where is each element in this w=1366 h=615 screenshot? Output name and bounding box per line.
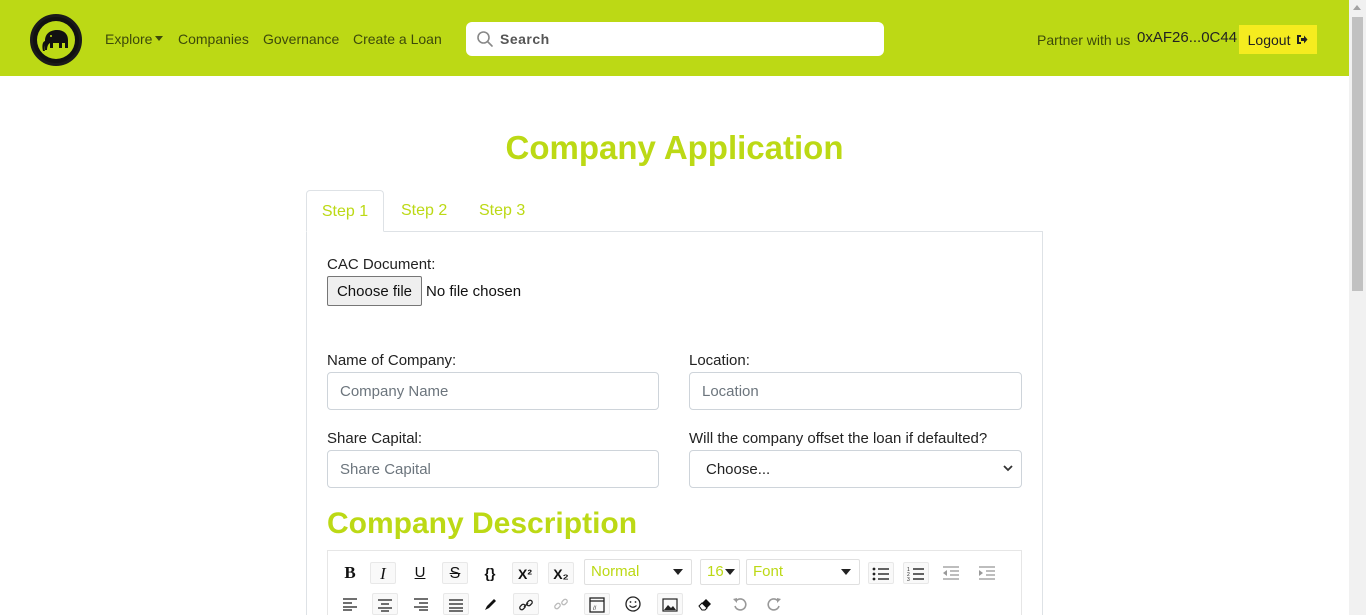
align-right-icon[interactable] xyxy=(408,593,434,615)
align-left-icon[interactable] xyxy=(337,593,363,615)
logout-button[interactable]: Logout xyxy=(1239,25,1317,54)
logout-label: Logout xyxy=(1247,31,1291,48)
file-status-text: No file chosen xyxy=(426,283,522,300)
emoji-icon[interactable] xyxy=(620,593,646,615)
company-description-title: Company Description xyxy=(327,507,638,540)
tab-step-2[interactable]: Step 2 xyxy=(401,190,447,232)
elephant-logo[interactable] xyxy=(30,14,82,66)
undo-icon[interactable] xyxy=(727,593,753,615)
sign-out-icon xyxy=(1297,34,1308,44)
svg-text://: // xyxy=(593,606,597,612)
bullet-list-icon[interactable] xyxy=(868,562,894,584)
subscript-icon[interactable]: X₂ xyxy=(548,562,574,584)
align-justify-icon[interactable] xyxy=(443,593,469,615)
search-box xyxy=(466,22,884,56)
editor-toolbar: B I U S {} X² X₂ Normal 16 Font 123 // xyxy=(327,550,1022,615)
indent-icon[interactable] xyxy=(974,562,1000,584)
caret-down-icon xyxy=(841,569,851,575)
cac-document-label: CAC Document: xyxy=(327,256,436,273)
offset-loan-value: Choose... xyxy=(706,461,771,478)
unlink-icon[interactable] xyxy=(548,593,574,615)
eraser-icon[interactable] xyxy=(692,593,718,615)
top-navbar: Explore Companies Governance Create a Lo… xyxy=(0,0,1349,76)
caret-down-icon xyxy=(725,569,735,575)
image-icon[interactable] xyxy=(657,593,683,615)
pen-icon[interactable] xyxy=(478,593,504,615)
choose-file-button[interactable]: Choose file xyxy=(327,276,422,306)
caret-down-icon xyxy=(673,569,683,575)
share-capital-input[interactable] xyxy=(327,450,659,488)
font-family-select[interactable]: Font xyxy=(746,559,860,585)
underline-icon[interactable]: U xyxy=(407,562,433,584)
nav-explore-dropdown[interactable]: Explore xyxy=(105,31,164,47)
link-icon[interactable] xyxy=(513,593,539,615)
offset-loan-select[interactable]: Choose... xyxy=(689,450,1022,488)
location-input[interactable] xyxy=(689,372,1022,410)
heading-select[interactable]: Normal xyxy=(584,559,692,585)
share-capital-label: Share Capital: xyxy=(327,430,423,447)
embed-icon[interactable]: // xyxy=(584,593,610,615)
partner-link[interactable]: Partner with us xyxy=(1037,32,1130,48)
page-scrollbar[interactable] xyxy=(1349,0,1366,615)
caret-down-icon xyxy=(155,35,164,41)
chevron-down-icon xyxy=(1003,465,1013,472)
font-size-value: 16 xyxy=(707,563,724,580)
offset-loan-label: Will the company offset the loan if defa… xyxy=(689,430,988,447)
align-center-icon[interactable] xyxy=(372,593,398,615)
page: Explore Companies Governance Create a Lo… xyxy=(0,0,1366,615)
strikethrough-icon[interactable]: S xyxy=(442,562,468,584)
outdent-icon[interactable] xyxy=(938,562,964,584)
nav-explore-label: Explore xyxy=(105,31,153,47)
code-icon[interactable]: {} xyxy=(477,562,503,584)
svg-text:3: 3 xyxy=(907,577,910,582)
company-name-input[interactable] xyxy=(327,372,659,410)
page-title: Company Application xyxy=(505,129,844,166)
search-input[interactable] xyxy=(500,22,870,56)
redo-icon[interactable] xyxy=(761,593,787,615)
company-name-label: Name of Company: xyxy=(327,352,457,369)
tab-step-3[interactable]: Step 3 xyxy=(479,190,525,232)
font-size-select[interactable]: 16 xyxy=(700,559,740,585)
search-icon xyxy=(477,31,493,47)
location-label: Location: xyxy=(689,352,750,369)
scroll-up-arrow-icon[interactable] xyxy=(1353,5,1361,10)
numbered-list-icon[interactable]: 123 xyxy=(903,562,929,584)
scrollbar-thumb[interactable] xyxy=(1352,17,1363,291)
nav-governance-link[interactable]: Governance xyxy=(263,31,339,47)
nav-create-loan-link[interactable]: Create a Loan xyxy=(353,31,442,47)
wallet-address: 0xAF26...0C44 xyxy=(1137,29,1238,46)
heading-select-value: Normal xyxy=(591,563,640,580)
superscript-icon[interactable]: X² xyxy=(512,562,538,584)
tab-step-1[interactable]: Step 1 xyxy=(306,190,384,232)
italic-icon[interactable]: I xyxy=(370,562,396,584)
font-family-value: Font xyxy=(753,563,784,580)
elephant-icon xyxy=(42,30,68,51)
bold-icon[interactable]: B xyxy=(337,562,363,584)
nav-companies-link[interactable]: Companies xyxy=(178,31,249,47)
